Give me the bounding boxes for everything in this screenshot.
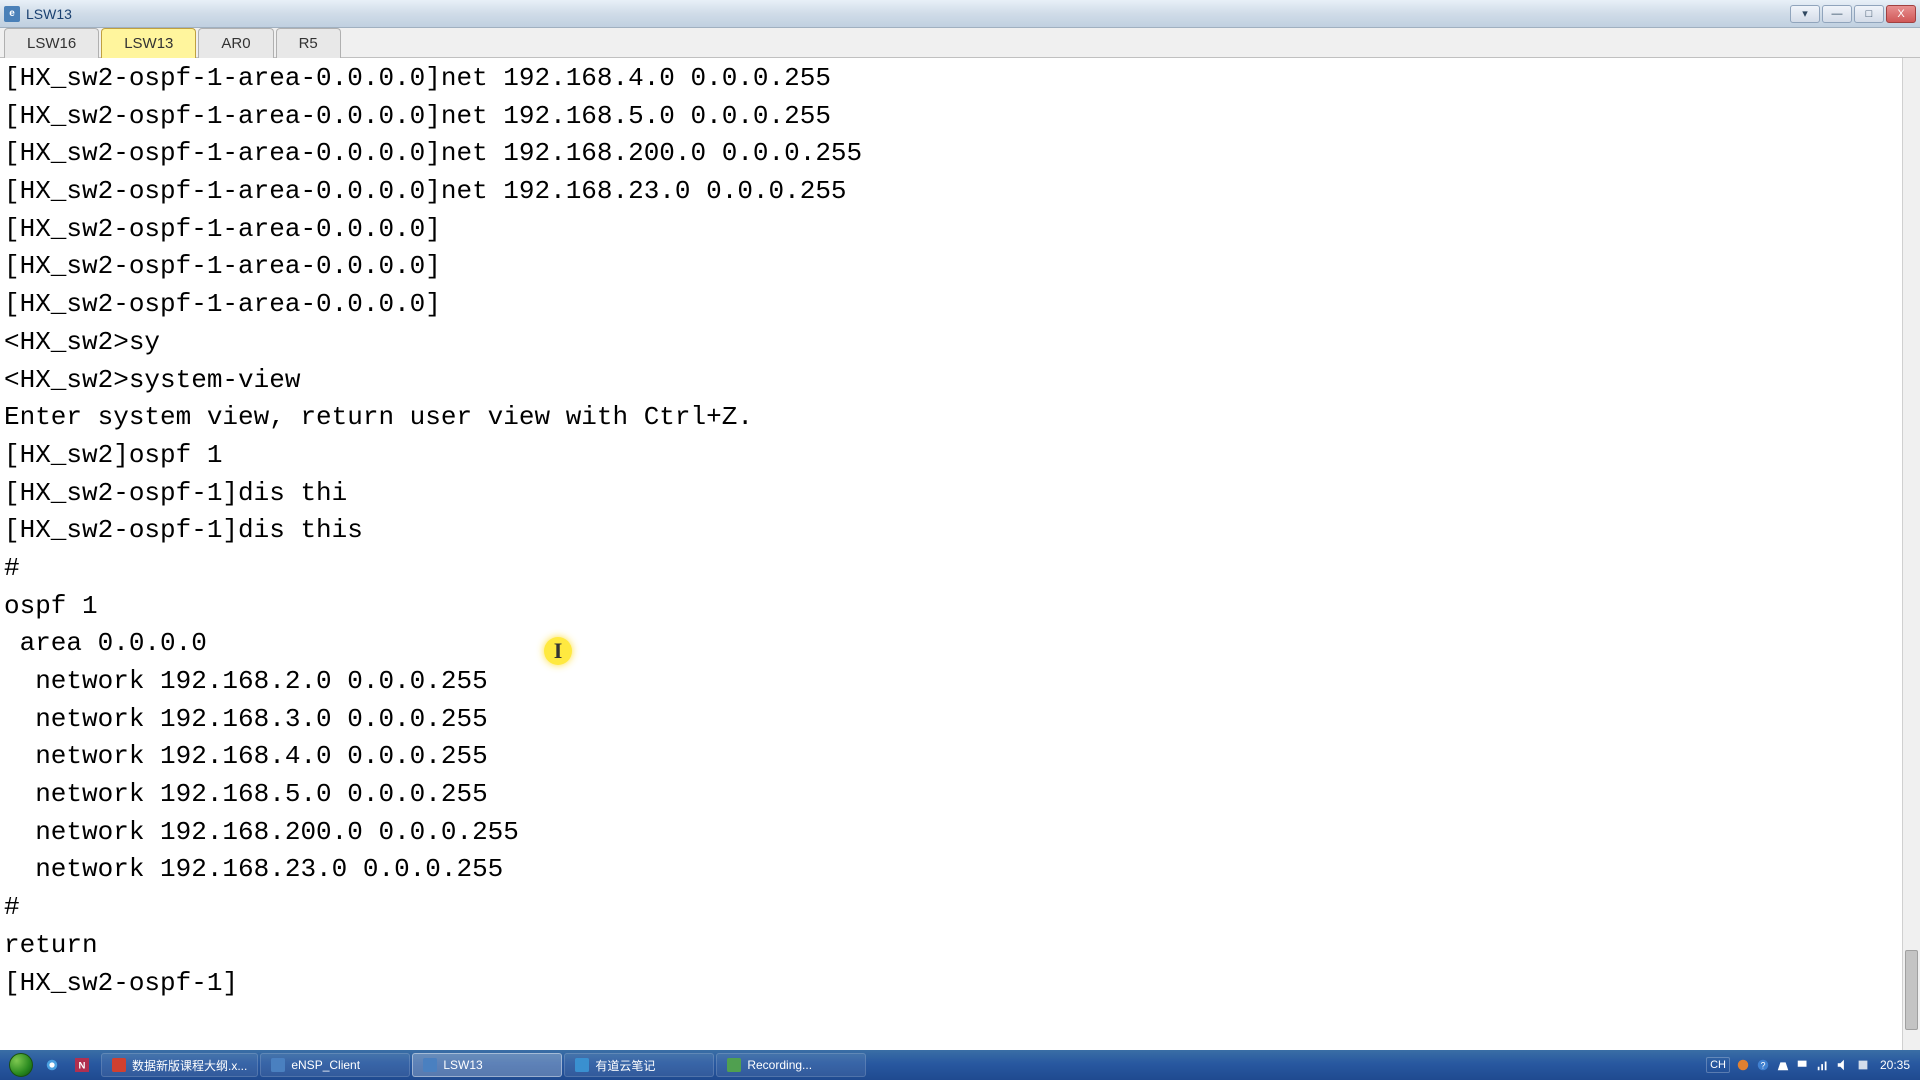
app-icon bbox=[271, 1058, 285, 1072]
app-icon bbox=[112, 1058, 126, 1072]
clock[interactable]: 20:35 bbox=[1876, 1058, 1910, 1072]
close-button[interactable]: X bbox=[1886, 5, 1916, 23]
quick-launch-n[interactable]: N bbox=[71, 1053, 99, 1077]
window-controls: ▾ — □ X bbox=[1790, 5, 1916, 23]
app-icon: e bbox=[4, 6, 20, 22]
start-button[interactable] bbox=[2, 1052, 40, 1078]
tray-icon-2[interactable] bbox=[1776, 1058, 1790, 1072]
taskbar-item-label: eNSP_Client bbox=[291, 1058, 360, 1072]
vertical-scrollbar[interactable] bbox=[1902, 58, 1920, 1050]
ie-icon bbox=[45, 1058, 59, 1072]
tab-r5[interactable]: R5 bbox=[276, 28, 341, 58]
app-icon bbox=[727, 1058, 741, 1072]
tray-icon-help[interactable]: ? bbox=[1756, 1058, 1770, 1072]
taskbar-item[interactable]: LSW13 bbox=[412, 1053, 562, 1077]
svg-text:N: N bbox=[79, 1061, 86, 1072]
taskbar-item-label: LSW13 bbox=[443, 1058, 482, 1072]
tray-icon-flag[interactable] bbox=[1796, 1058, 1810, 1072]
scrollbar-thumb[interactable] bbox=[1905, 950, 1918, 1030]
quick-launch-ie[interactable] bbox=[41, 1053, 69, 1077]
network-icon[interactable] bbox=[1816, 1058, 1830, 1072]
taskbar-item-label: Recording... bbox=[747, 1058, 812, 1072]
tray-icon-3[interactable] bbox=[1856, 1058, 1870, 1072]
tab-bar: LSW16LSW13AR0R5 bbox=[0, 28, 1920, 58]
app-icon bbox=[575, 1058, 589, 1072]
taskbar-item-label: 有道云笔记 bbox=[595, 1057, 655, 1074]
n-icon: N bbox=[75, 1058, 89, 1072]
windows-logo-icon bbox=[9, 1053, 33, 1077]
svg-text:?: ? bbox=[1761, 1061, 1766, 1071]
taskbar-item[interactable]: 数据新版课程大纲.x... bbox=[101, 1053, 258, 1077]
tray-icon-1[interactable] bbox=[1736, 1058, 1750, 1072]
window-title: LSW13 bbox=[26, 6, 72, 22]
taskbar-item-label: 数据新版课程大纲.x... bbox=[132, 1057, 247, 1074]
tab-lsw13[interactable]: LSW13 bbox=[101, 28, 196, 58]
taskbar-item[interactable]: 有道云笔记 bbox=[564, 1053, 714, 1077]
volume-icon[interactable] bbox=[1836, 1058, 1850, 1072]
taskbar-item[interactable]: Recording... bbox=[716, 1053, 866, 1077]
language-indicator[interactable]: CH bbox=[1706, 1057, 1730, 1073]
taskbar: N 数据新版课程大纲.x... eNSP_Client LSW13 有道云笔记 Reco… bbox=[0, 1050, 1920, 1080]
tab-ar0[interactable]: AR0 bbox=[198, 28, 273, 58]
tab-lsw16[interactable]: LSW16 bbox=[4, 28, 99, 58]
titlebar: e LSW13 ▾ — □ X bbox=[0, 0, 1920, 28]
minimize-button[interactable]: — bbox=[1822, 5, 1852, 23]
system-tray: CH ? 20:35 bbox=[1706, 1057, 1918, 1073]
maximize-button[interactable]: □ bbox=[1854, 5, 1884, 23]
restore-down-button[interactable]: ▾ bbox=[1790, 5, 1820, 23]
terminal-output[interactable]: [HX_sw2-ospf-1-area-0.0.0.0]net 192.168.… bbox=[0, 58, 1902, 1050]
taskbar-item[interactable]: eNSP_Client bbox=[260, 1053, 410, 1077]
app-icon bbox=[423, 1058, 437, 1072]
